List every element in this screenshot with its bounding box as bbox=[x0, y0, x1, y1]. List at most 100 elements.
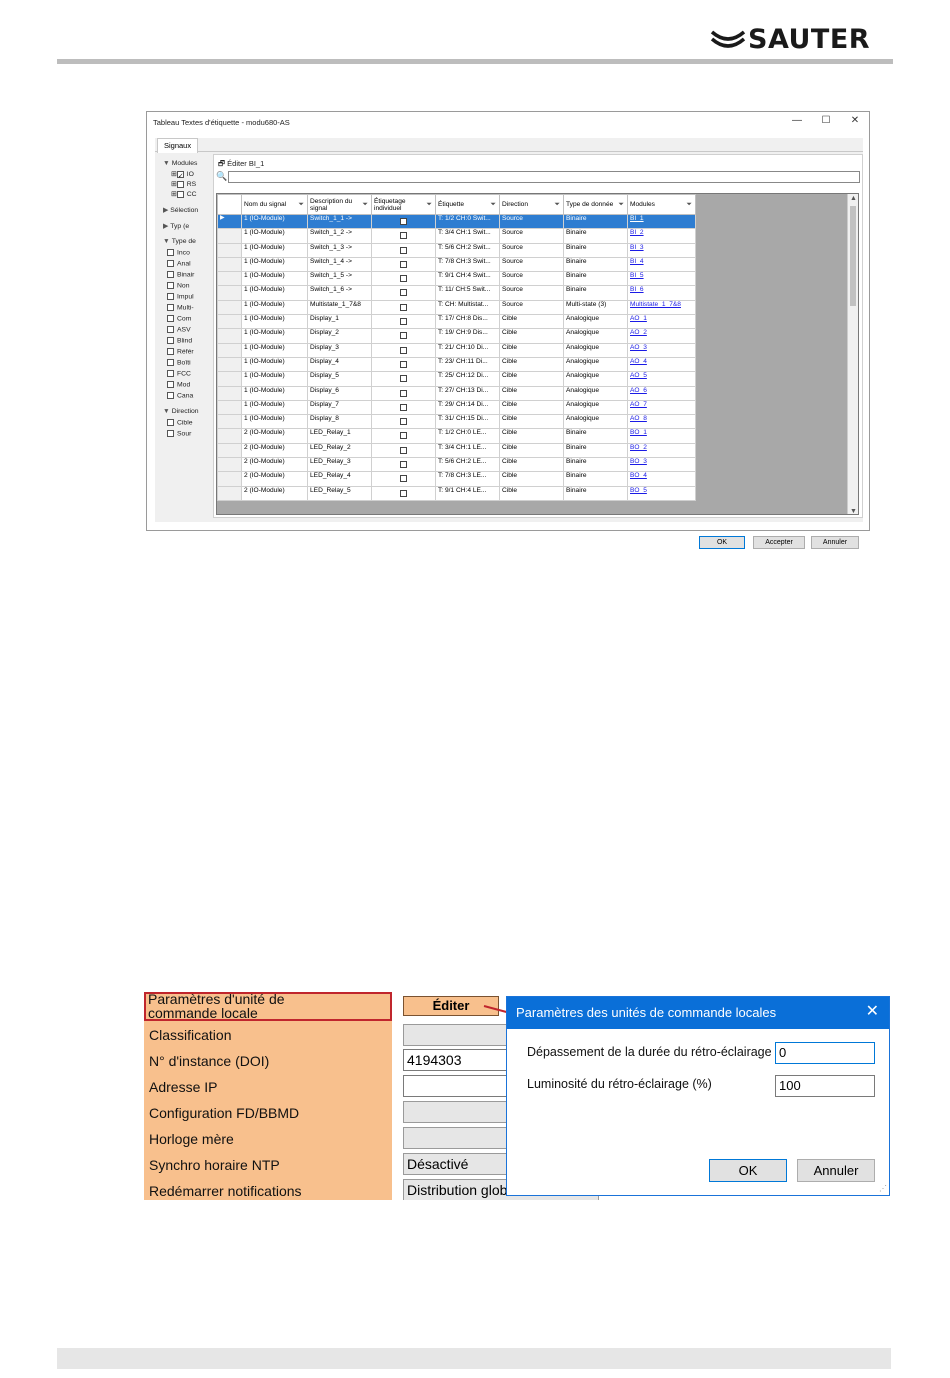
filter-type-item[interactable]: FCC bbox=[167, 370, 191, 377]
filter-type[interactable]: ▼ Type de bbox=[163, 238, 196, 245]
row-indicator[interactable] bbox=[217, 385, 242, 401]
module-link[interactable]: Multistate_1_7&8 bbox=[627, 299, 696, 316]
filter-type-item[interactable]: Anal bbox=[167, 260, 191, 267]
row-indicator[interactable] bbox=[217, 328, 242, 344]
table-row[interactable]: 2 (IO-Module) LED_Relay_5 T: 9/1 CH:4 LE..… bbox=[217, 485, 696, 501]
checkbox-icon[interactable] bbox=[400, 275, 407, 283]
module-link[interactable]: BI_4 bbox=[627, 256, 696, 273]
checkbox-icon[interactable] bbox=[400, 218, 407, 225]
table-row[interactable]: 1 (IO-Module) Switch_1_5 -> T: 9/1 CH:4 Sw… bbox=[217, 271, 696, 287]
close-icon[interactable]: ✕ bbox=[847, 115, 863, 126]
checkbox-icon[interactable] bbox=[400, 303, 407, 311]
checkbox-icon[interactable] bbox=[400, 418, 407, 426]
module-link[interactable]: BI_1 bbox=[627, 213, 696, 230]
table-row[interactable]: 2 (IO-Module) LED_Relay_4 T: 7/8 CH:3 LE..… bbox=[217, 471, 696, 487]
maximize-icon[interactable]: ☐ bbox=[818, 115, 834, 126]
module-link[interactable]: BO_4 bbox=[627, 471, 696, 487]
module-link[interactable]: BO_5 bbox=[627, 485, 696, 501]
filter-direction-item[interactable]: Cible bbox=[167, 419, 193, 426]
close-icon[interactable]: ✕ bbox=[866, 1003, 879, 1021]
filter-selection[interactable]: ▶ Sélection bbox=[163, 206, 198, 214]
filter-module-rs[interactable]: ⊞ RS bbox=[171, 180, 196, 188]
apply-button[interactable]: Accepter bbox=[753, 536, 805, 549]
table-row[interactable]: 2 (IO-Module) LED_Relay_2 T: 3/4 CH:1 LE..… bbox=[217, 442, 696, 459]
table-row[interactable]: 1 (IO-Module) Multistate_1_7&8 T: CH: Mult… bbox=[217, 299, 696, 316]
module-link[interactable]: AO_1 bbox=[627, 314, 696, 330]
row-indicator[interactable] bbox=[217, 414, 242, 430]
ok-button[interactable]: OK bbox=[699, 536, 745, 549]
row-indicator[interactable] bbox=[217, 314, 242, 330]
filter-type-item[interactable]: Mod bbox=[167, 381, 190, 388]
filter-type-item[interactable]: Référ bbox=[167, 348, 194, 355]
table-row[interactable]: 1 (IO-Module) Switch_1_6 -> T: 11/ CH:5 Sw… bbox=[217, 285, 696, 301]
row-indicator[interactable] bbox=[217, 371, 242, 387]
filter-icon[interactable]: ⏷ bbox=[362, 201, 368, 208]
checkbox-icon[interactable] bbox=[400, 489, 407, 497]
resize-grip-icon[interactable]: ⋰ bbox=[879, 1184, 887, 1193]
checkbox-checked-icon[interactable]: ✓ bbox=[176, 170, 184, 180]
column-header[interactable]: Étiquetage individuel ⏷ bbox=[371, 194, 436, 215]
filter-type-item[interactable]: Com bbox=[167, 315, 191, 322]
checkbox-icon[interactable] bbox=[400, 346, 407, 354]
filter-type-item[interactable]: Non bbox=[167, 282, 189, 289]
row-indicator[interactable] bbox=[217, 399, 242, 416]
filter-type-item[interactable]: Binair bbox=[167, 271, 194, 278]
backlight-timeout-input[interactable]: 0 bbox=[775, 1042, 875, 1064]
row-indicator[interactable] bbox=[217, 271, 242, 287]
ok-button[interactable]: OK bbox=[709, 1159, 787, 1182]
search-input[interactable] bbox=[228, 171, 860, 183]
filter-icon[interactable]: ⏷ bbox=[686, 201, 692, 208]
scroll-up-icon[interactable]: ▲ bbox=[850, 195, 857, 202]
vertical-scrollbar[interactable]: ▲ ▼ bbox=[847, 194, 858, 514]
row-indicator[interactable] bbox=[217, 471, 242, 487]
module-link[interactable]: AO_5 bbox=[627, 371, 696, 387]
module-link[interactable]: BI_3 bbox=[627, 242, 696, 258]
row-indicator[interactable] bbox=[217, 356, 242, 373]
filter-icon[interactable]: ⏷ bbox=[426, 201, 432, 208]
minimize-icon[interactable]: — bbox=[789, 115, 805, 126]
scroll-thumb[interactable] bbox=[850, 206, 856, 306]
row-indicator[interactable] bbox=[217, 285, 242, 301]
table-row[interactable]: 1 (IO-Module) Display_4 T: 23/ CH:11 Di...… bbox=[217, 356, 696, 373]
table-row[interactable]: 2 (IO-Module) LED_Relay_3 T: 5/6 CH:2 LE..… bbox=[217, 457, 696, 473]
table-row[interactable]: 2 (IO-Module) LED_Relay_1 T: 1/2 CH:0 LE..… bbox=[217, 428, 696, 444]
row-indicator[interactable] bbox=[217, 342, 242, 358]
checkbox-icon[interactable] bbox=[400, 360, 407, 368]
filter-icon[interactable]: ⏷ bbox=[618, 201, 624, 208]
tab-signals[interactable]: Signaux bbox=[157, 138, 199, 153]
cancel-button[interactable]: Annuler bbox=[811, 536, 859, 549]
checkbox-icon[interactable] bbox=[400, 232, 407, 240]
filter-type-item[interactable]: Boîti bbox=[167, 359, 191, 366]
table-row[interactable]: ▶ 1 (IO-Module) Switch_1_1 -> T: 1/2 CH:0 S… bbox=[217, 213, 696, 230]
checkbox-icon[interactable] bbox=[176, 190, 184, 198]
filter-modules[interactable]: ▼ Modules bbox=[163, 160, 197, 167]
filter-icon[interactable]: ⏷ bbox=[490, 201, 496, 208]
checkbox-icon[interactable] bbox=[400, 403, 407, 411]
module-link[interactable]: AO_4 bbox=[627, 356, 696, 373]
checkbox-icon[interactable] bbox=[400, 318, 407, 326]
filter-icon[interactable]: ⏷ bbox=[554, 201, 560, 208]
checkbox-icon[interactable] bbox=[400, 461, 407, 469]
table-row[interactable]: 1 (IO-Module) Display_8 T: 31/ CH:15 Di...… bbox=[217, 414, 696, 430]
edit-signal-link[interactable]: 🗗 Éditer BI_1 bbox=[218, 158, 264, 171]
checkbox-icon[interactable] bbox=[400, 446, 407, 454]
table-row[interactable]: 1 (IO-Module) Switch_1_4 -> T: 7/8 CH:3 Sw… bbox=[217, 256, 696, 273]
column-header[interactable]: Modules ⏷ bbox=[627, 194, 696, 215]
filter-type-item[interactable]: Impul bbox=[167, 293, 194, 300]
filter-typ[interactable]: ▶ Typ (e bbox=[163, 222, 189, 230]
filter-direction-item[interactable]: Sour bbox=[167, 430, 191, 437]
module-link[interactable]: BI_2 bbox=[627, 228, 696, 244]
row-indicator[interactable] bbox=[217, 299, 242, 316]
table-row[interactable]: 1 (IO-Module) Display_2 T: 19/ CH:9 Dis...… bbox=[217, 328, 696, 344]
module-link[interactable]: AO_3 bbox=[627, 342, 696, 358]
module-link[interactable]: BO_3 bbox=[627, 457, 696, 473]
checkbox-icon[interactable] bbox=[400, 375, 407, 383]
table-row[interactable]: 1 (IO-Module) Switch_1_3 -> T: 5/6 CH:2 Sw… bbox=[217, 242, 696, 258]
table-row[interactable]: 1 (IO-Module) Display_6 T: 27/ CH:13 Di...… bbox=[217, 385, 696, 401]
table-row[interactable]: 1 (IO-Module) Display_1 T: 17/ CH:8 Dis...… bbox=[217, 314, 696, 330]
filter-direction[interactable]: ▼ Direction bbox=[163, 408, 199, 415]
filter-type-item[interactable]: Blind bbox=[167, 337, 192, 344]
module-link[interactable]: BO_2 bbox=[627, 442, 696, 459]
module-link[interactable]: AO_8 bbox=[627, 414, 696, 430]
row-indicator[interactable] bbox=[217, 242, 242, 258]
